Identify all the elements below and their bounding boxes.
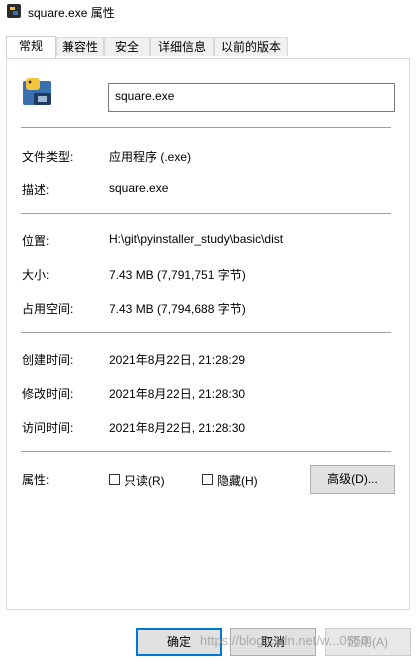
tab-compatibility[interactable]: 兼容性 (56, 37, 104, 56)
general-panel (6, 58, 410, 610)
location-value: H:\git\pyinstaller_study\basic\dist (109, 232, 284, 246)
python-exe-icon (23, 78, 51, 105)
tab-details[interactable]: 详细信息 (150, 37, 214, 56)
separator (21, 451, 391, 452)
accessed-label: 访问时间: (22, 421, 74, 435)
title-bar[interactable]: square.exe 属性 (0, 0, 417, 22)
created-value: 2021年8月22日, 21:28:29 (109, 353, 246, 367)
modified-label: 修改时间: (22, 387, 74, 401)
description-label: 描述: (22, 183, 50, 197)
tab-general[interactable]: 常规 (6, 36, 56, 58)
accessed-value: 2021年8月22日, 21:28:30 (109, 421, 246, 435)
python-exe-icon (7, 4, 21, 18)
file-type-label: 文件类型: (22, 150, 74, 164)
watermark-text: https://blog.csdn.net/w...0550 (200, 633, 369, 648)
separator (21, 127, 391, 128)
advanced-button[interactable]: 高级(D)... (310, 465, 395, 494)
tab-security[interactable]: 安全 (104, 37, 150, 56)
readonly-checkbox[interactable] (109, 474, 120, 485)
description-value: square.exe (109, 181, 169, 195)
tab-previous-versions[interactable]: 以前的版本 (214, 37, 288, 56)
location-label: 位置: (22, 234, 50, 248)
window-title: square.exe 属性 (28, 6, 115, 20)
modified-value: 2021年8月22日, 21:28:30 (109, 387, 246, 401)
size-value: 7.43 MB (7,791,751 字节) (109, 268, 246, 282)
separator (21, 332, 391, 333)
separator (21, 213, 391, 214)
hidden-checkbox-label[interactable]: 隐藏(H) (217, 472, 258, 489)
hidden-checkbox[interactable] (202, 474, 213, 485)
file-name-field[interactable]: square.exe (108, 83, 395, 112)
attributes-label: 属性: (22, 473, 50, 487)
size-label: 大小: (22, 268, 50, 282)
created-label: 创建时间: (22, 353, 74, 367)
file-type-value: 应用程序 (.exe) (109, 150, 192, 164)
readonly-checkbox-label[interactable]: 只读(R) (124, 472, 165, 489)
size-on-disk-value: 7.43 MB (7,794,688 字节) (109, 302, 246, 316)
size-on-disk-label: 占用空间: (22, 302, 74, 316)
